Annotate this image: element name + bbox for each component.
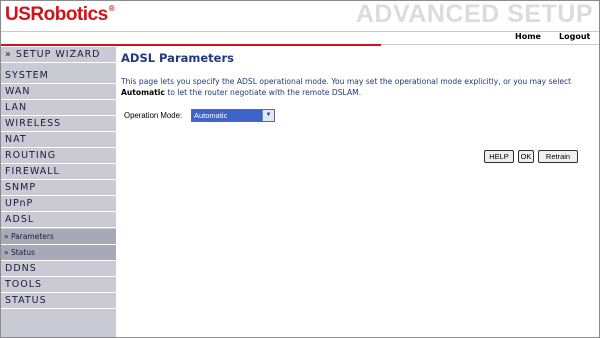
retrain-button[interactable]: Retrain	[538, 150, 578, 163]
operation-mode-label: Operation Mode:	[124, 111, 183, 120]
sidebar-subitem-parameters[interactable]: » Parameters	[1, 229, 116, 245]
ok-button[interactable]: OK	[518, 150, 534, 163]
operation-mode-select[interactable]: Automatic ▼	[191, 109, 275, 122]
logo-registered-mark: ®	[108, 4, 115, 13]
header-divider-red	[1, 44, 381, 46]
sidebar-item-wireless[interactable]: WIRELESS	[1, 116, 116, 132]
sidebar-item-lan[interactable]: LAN	[1, 100, 116, 116]
section-title: ADVANCED SETUP	[355, 0, 593, 28]
sidebar-item-setup-wizard[interactable]: » SETUP WIZARD	[1, 47, 116, 63]
usrobotics-logo: USRobotics®	[5, 4, 115, 26]
sidebar-item-status[interactable]: STATUS	[1, 293, 116, 309]
sidebar-subitem-status[interactable]: » Status	[1, 245, 116, 261]
header: USRobotics® ADVANCED SETUP	[1, 1, 599, 31]
sidebar-item-upnp[interactable]: UPnP	[1, 196, 116, 212]
sidebar-item-routing[interactable]: ROUTING	[1, 148, 116, 164]
router-admin-page: USRobotics® ADVANCED SETUP Home Logout »…	[0, 0, 600, 338]
logout-link[interactable]: Logout	[559, 32, 590, 41]
help-button[interactable]: HELP	[484, 150, 514, 163]
operation-mode-value: Automatic	[194, 111, 228, 120]
page-description: This page lets you specify the ADSL oper…	[121, 76, 581, 98]
sidebar-item-firewall[interactable]: FIREWALL	[1, 164, 116, 180]
sidebar-item-tools[interactable]: TOOLS	[1, 277, 116, 293]
sidebar-item-wan[interactable]: WAN	[1, 84, 116, 100]
sidebar-item-adsl[interactable]: ADSL	[1, 212, 116, 228]
chevron-down-icon[interactable]: ▼	[262, 110, 274, 121]
top-nav: Home Logout	[1, 31, 599, 44]
description-text-2: to let the router negotiate with the rem…	[164, 88, 362, 97]
description-bold-automatic: Automatic	[121, 88, 165, 97]
sidebar-item-system[interactable]: SYSTEM	[1, 68, 116, 84]
page-title: ADSL Parameters	[121, 51, 234, 65]
logo-text: USRobotics	[5, 4, 108, 25]
header-divider-gray	[381, 44, 599, 45]
sidebar-item-ddns[interactable]: DDNS	[1, 261, 116, 277]
sidebar: » SETUP WIZARD SYSTEM WAN LAN WIRELESS N…	[1, 47, 116, 337]
description-text-1: This page lets you specify the ADSL oper…	[121, 77, 572, 86]
sidebar-item-snmp[interactable]: SNMP	[1, 180, 116, 196]
home-link[interactable]: Home	[515, 32, 541, 41]
sidebar-item-nat[interactable]: NAT	[1, 132, 116, 148]
